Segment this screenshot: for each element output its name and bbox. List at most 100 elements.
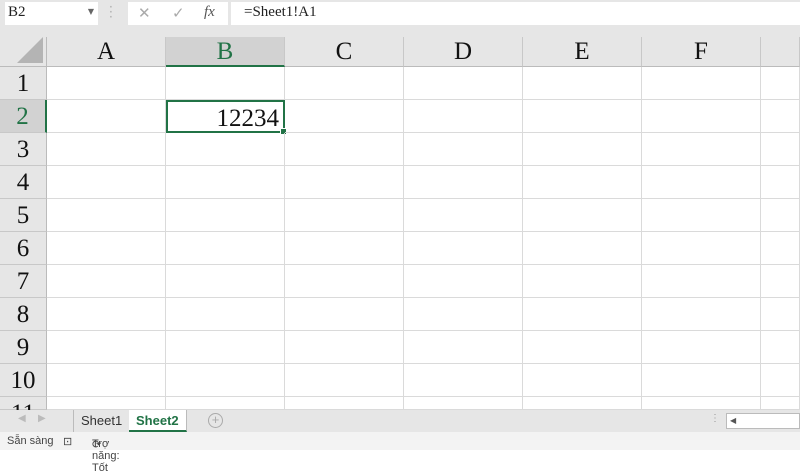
row-header-3[interactable]: 3 bbox=[0, 133, 47, 166]
cell[interactable] bbox=[404, 133, 523, 166]
cell[interactable] bbox=[523, 133, 642, 166]
column-header-d[interactable]: D bbox=[404, 37, 523, 67]
column-header-c[interactable]: C bbox=[285, 37, 404, 67]
chevron-down-icon[interactable]: ▼ bbox=[88, 7, 94, 16]
select-all-button[interactable] bbox=[0, 37, 47, 67]
cell[interactable] bbox=[166, 166, 285, 199]
insert-function-icon[interactable]: fx bbox=[204, 4, 215, 21]
cell[interactable] bbox=[523, 265, 642, 298]
column-header-g[interactable] bbox=[761, 37, 800, 67]
cell[interactable] bbox=[166, 298, 285, 331]
add-sheet-button[interactable]: + bbox=[208, 413, 223, 428]
cell[interactable] bbox=[642, 133, 761, 166]
cell[interactable] bbox=[642, 265, 761, 298]
cell[interactable] bbox=[404, 166, 523, 199]
row-header-8[interactable]: 8 bbox=[0, 298, 47, 331]
cell[interactable] bbox=[47, 298, 166, 331]
cell[interactable] bbox=[404, 298, 523, 331]
row-header-4[interactable]: 4 bbox=[0, 166, 47, 199]
cell[interactable] bbox=[285, 265, 404, 298]
cell[interactable] bbox=[761, 100, 800, 133]
cell[interactable] bbox=[642, 232, 761, 265]
cell[interactable] bbox=[642, 298, 761, 331]
enter-icon[interactable]: ✓ bbox=[172, 4, 185, 22]
cancel-icon[interactable]: ✕ bbox=[138, 4, 151, 22]
cell[interactable] bbox=[761, 166, 800, 199]
cell[interactable] bbox=[47, 100, 166, 133]
row-header-2[interactable]: 2 bbox=[0, 100, 47, 133]
row-header-11[interactable]: 11 bbox=[0, 397, 47, 427]
cell[interactable] bbox=[642, 364, 761, 397]
cell[interactable] bbox=[761, 199, 800, 232]
column-header-a[interactable]: A bbox=[47, 37, 166, 67]
cell[interactable] bbox=[642, 100, 761, 133]
cell[interactable] bbox=[166, 199, 285, 232]
name-box[interactable]: B2 ▼ bbox=[5, 2, 98, 25]
cell[interactable] bbox=[404, 397, 523, 410]
row-header-5[interactable]: 5 bbox=[0, 199, 47, 232]
cell[interactable] bbox=[761, 397, 800, 410]
cell[interactable] bbox=[285, 232, 404, 265]
row-header-6[interactable]: 6 bbox=[0, 232, 47, 265]
cell[interactable] bbox=[523, 232, 642, 265]
cell[interactable] bbox=[47, 265, 166, 298]
cell[interactable] bbox=[523, 199, 642, 232]
cell[interactable] bbox=[642, 331, 761, 364]
cell[interactable] bbox=[285, 100, 404, 133]
formula-input[interactable]: =Sheet1!A1 bbox=[231, 2, 800, 25]
cell[interactable] bbox=[166, 67, 285, 100]
cell[interactable] bbox=[47, 232, 166, 265]
cell[interactable] bbox=[47, 133, 166, 166]
cell[interactable] bbox=[47, 67, 166, 100]
row-header-1[interactable]: 1 bbox=[0, 67, 47, 100]
cell[interactable] bbox=[761, 331, 800, 364]
cell[interactable] bbox=[285, 331, 404, 364]
cell[interactable] bbox=[166, 232, 285, 265]
cell[interactable] bbox=[285, 133, 404, 166]
cell[interactable] bbox=[166, 364, 285, 397]
cell[interactable] bbox=[47, 397, 166, 410]
column-header-b[interactable]: B bbox=[166, 37, 285, 67]
cell[interactable] bbox=[761, 298, 800, 331]
cell[interactable] bbox=[642, 67, 761, 100]
cell[interactable] bbox=[761, 133, 800, 166]
cell[interactable] bbox=[285, 397, 404, 410]
prev-sheet-icon[interactable]: ◀ bbox=[18, 413, 26, 424]
cell[interactable] bbox=[642, 166, 761, 199]
cell[interactable] bbox=[523, 67, 642, 100]
cell[interactable] bbox=[404, 331, 523, 364]
column-header-e[interactable]: E bbox=[523, 37, 642, 67]
cell[interactable] bbox=[166, 397, 285, 410]
cell[interactable] bbox=[642, 397, 761, 410]
row-header-7[interactable]: 7 bbox=[0, 265, 47, 298]
cell[interactable] bbox=[404, 100, 523, 133]
scroll-left-icon[interactable]: ◀ bbox=[730, 416, 736, 425]
cell[interactable] bbox=[523, 166, 642, 199]
cell[interactable] bbox=[285, 67, 404, 100]
horizontal-scrollbar[interactable]: ◀ bbox=[726, 413, 800, 429]
drag-handle-icon[interactable]: · · · bbox=[109, 1, 113, 23]
cell[interactable] bbox=[523, 331, 642, 364]
cell[interactable] bbox=[47, 199, 166, 232]
cell[interactable] bbox=[761, 232, 800, 265]
sheet-tab-sheet1[interactable]: Sheet1 bbox=[73, 410, 131, 432]
column-header-f[interactable]: F bbox=[642, 37, 761, 67]
cell[interactable] bbox=[285, 199, 404, 232]
active-cell[interactable]: 12234 bbox=[166, 100, 287, 135]
cell[interactable] bbox=[404, 199, 523, 232]
cell[interactable] bbox=[523, 364, 642, 397]
cell[interactable] bbox=[166, 331, 285, 364]
cell[interactable] bbox=[47, 331, 166, 364]
sheet-tab-sheet2[interactable]: Sheet2 bbox=[129, 410, 187, 432]
cell[interactable] bbox=[285, 364, 404, 397]
cell[interactable] bbox=[761, 364, 800, 397]
cell[interactable] bbox=[642, 199, 761, 232]
cell[interactable] bbox=[404, 265, 523, 298]
cell[interactable] bbox=[523, 397, 642, 410]
row-header-10[interactable]: 10 bbox=[0, 364, 47, 397]
cell[interactable] bbox=[523, 298, 642, 331]
cell[interactable] bbox=[166, 133, 285, 166]
macro-record-icon[interactable]: ⊡ bbox=[63, 435, 72, 448]
cell[interactable] bbox=[285, 298, 404, 331]
row-header-9[interactable]: 9 bbox=[0, 331, 47, 364]
